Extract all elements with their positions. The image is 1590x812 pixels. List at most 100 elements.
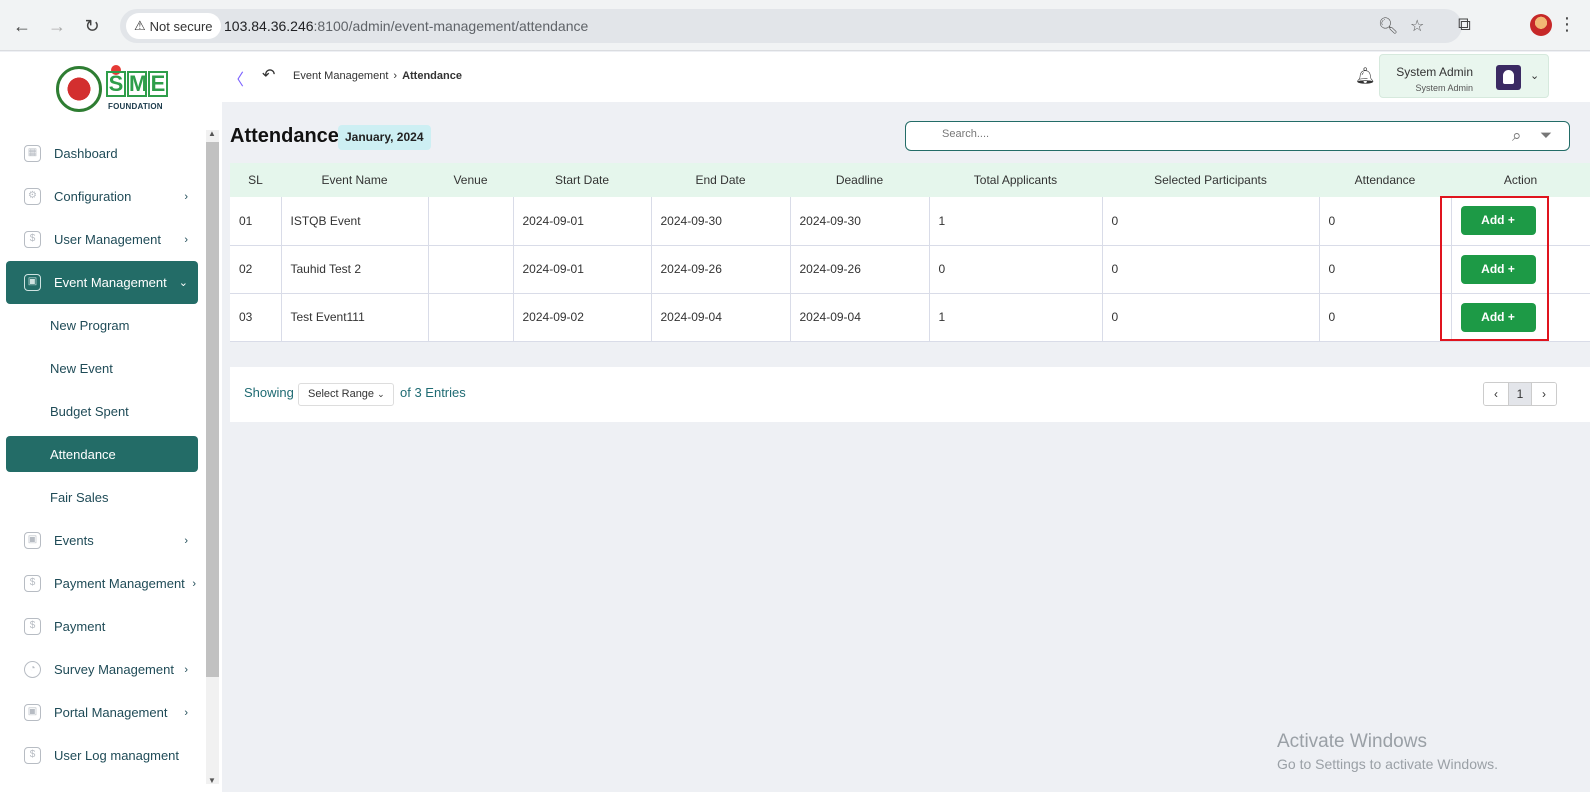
breadcrumb: Event Management › Attendance <box>293 70 462 82</box>
sidebar-item-portal-management[interactable]: ▣ Portal Management › <box>6 691 198 734</box>
table-row: 02 Tauhid Test 2 2024-09-01 2024-09-26 2… <box>230 245 1590 293</box>
sidebar-item-label: Configuration <box>54 189 132 204</box>
sidebar-item-events[interactable]: ▣ Events › <box>6 519 198 562</box>
watermark-subtitle: Go to Settings to activate Windows. <box>1277 756 1498 772</box>
warning-icon: ⚠ <box>134 18 146 33</box>
sidebar-subitem-label: New Program <box>50 318 130 333</box>
sidebar-subitem-new-event[interactable]: New Event <box>6 347 198 390</box>
chevron-right-icon: › <box>393 70 398 82</box>
chevron-right-icon: › <box>192 577 196 590</box>
scroll-down-icon[interactable]: ▼ <box>208 776 216 785</box>
column-header-end-date: End Date <box>695 173 746 187</box>
sidebar-item-user-log-management[interactable]: $ User Log managment <box>6 734 198 777</box>
address-bar[interactable]: ⚠ Not secure 103.84.36.246:8100/admin/ev… <box>120 9 1462 43</box>
windows-activation-watermark: Activate Windows Go to Settings to activ… <box>1277 731 1498 772</box>
table-row: 03 Test Event111 2024-09-02 2024-09-04 2… <box>230 293 1590 341</box>
sme-foundation-logo[interactable]: S M E FOUNDATION <box>56 65 174 113</box>
sidebar-item-configuration[interactable]: ⚙ Configuration › <box>6 175 198 218</box>
security-chip[interactable]: ⚠ Not secure <box>126 13 221 39</box>
user-menu[interactable]: System Admin System Admin ⌄ <box>1379 54 1549 98</box>
column-header-start-date: Start Date <box>554 173 610 187</box>
add-attendance-button[interactable]: Add + <box>1460 302 1536 332</box>
sidebar-subitem-label: Budget Spent <box>50 404 129 419</box>
cell-end-date: 2024-09-04 <box>651 293 791 341</box>
reload-icon[interactable]: ↻ <box>80 14 104 38</box>
cell-venue <box>428 245 514 293</box>
cell-deadline: 2024-09-04 <box>790 293 930 341</box>
column-header-deadline: Deadline <box>835 173 884 187</box>
sidebar-item-dashboard[interactable]: ▦ Dashboard <box>6 132 198 175</box>
sidebar-item-label: Events <box>54 533 94 548</box>
sidebar-item-payment-management[interactable]: $ Payment Management › <box>6 562 198 605</box>
next-page-icon[interactable]: › <box>1532 383 1556 405</box>
extensions-icon[interactable]: ⧉ <box>1458 14 1471 35</box>
attendance-table: SL Event Name Venue Start Date End Date … <box>230 163 1590 342</box>
chevron-right-icon: › <box>184 233 188 246</box>
chevron-right-icon: › <box>184 663 188 676</box>
search-input[interactable] <box>942 128 1502 140</box>
sidebar-item-user-management[interactable]: $ User Management › <box>6 218 198 261</box>
money-icon: $ <box>24 618 41 635</box>
profile-avatar[interactable] <box>1530 14 1552 36</box>
cell-attendance: 0 <box>1319 245 1452 293</box>
watermark-title: Activate Windows <box>1277 731 1427 752</box>
chevron-down-icon: ⌄ <box>1530 70 1540 82</box>
breadcrumb-current: Attendance <box>402 70 462 82</box>
bell-icon[interactable]: 🔔︎ <box>1355 66 1375 86</box>
scrollbar-thumb[interactable] <box>206 142 219 677</box>
sidebar-item-survey-management[interactable]: ◔ Survey Management › <box>6 648 198 691</box>
browser-toolbar: ← → ↻ ⚠ Not secure 103.84.36.246:8100/ad… <box>0 0 1590 51</box>
cell-venue <box>428 293 514 341</box>
forward-arrow-icon[interactable]: → <box>45 14 69 38</box>
sidebar-item-label: Dashboard <box>54 146 118 161</box>
logo-letters: S M E <box>106 71 169 97</box>
cell-sl: 02 <box>230 245 282 293</box>
undo-back-icon[interactable]: ↶ <box>262 65 275 85</box>
cell-start-date: 2024-09-01 <box>513 245 652 293</box>
sidebar-item-payment[interactable]: $ Payment <box>6 605 198 648</box>
sidebar-subitem-budget-spent[interactable]: Budget Spent <box>6 390 198 433</box>
sidebar-subitem-new-program[interactable]: New Program <box>6 304 198 347</box>
sidebar-menu: ▦ Dashboard ⚙ Configuration › $ User Man… <box>6 132 198 777</box>
sidebar-item-label: User Log managment <box>54 748 180 763</box>
cell-sl: 03 <box>230 293 282 341</box>
add-attendance-button[interactable]: Add + <box>1460 206 1536 236</box>
cell-event-name: ISTQB Event <box>281 197 429 245</box>
range-select[interactable]: Select Range ⌄ <box>298 383 394 406</box>
collapse-sidebar-icon[interactable]: 〈 <box>228 66 244 90</box>
search-icon[interactable]: ⌕ <box>1512 126 1522 146</box>
logo-letter-m: M <box>127 71 148 97</box>
breadcrumb-parent[interactable]: Event Management <box>293 70 388 82</box>
url-text[interactable]: 103.84.36.246:8100/admin/event-managemen… <box>224 18 588 34</box>
cell-deadline: 2024-09-26 <box>790 245 930 293</box>
cell-event-name: Tauhid Test 2 <box>281 245 429 293</box>
grid-icon: ▦ <box>24 145 41 162</box>
sidebar-subitem-fair-sales[interactable]: Fair Sales <box>6 476 198 519</box>
add-attendance-button[interactable]: Add + <box>1460 254 1536 284</box>
logo-letter-s: S <box>106 71 126 97</box>
scroll-up-icon[interactable]: ▲ <box>208 129 216 138</box>
cell-selected-participants: 0 <box>1102 293 1320 341</box>
filter-icon[interactable]: ⏷ <box>1540 127 1552 144</box>
back-arrow-icon[interactable]: ← <box>10 14 34 38</box>
zoom-icon[interactable]: 🔍︎ <box>1378 16 1398 36</box>
sidebar-item-label: Survey Management <box>54 662 174 677</box>
page-number[interactable]: 1 <box>1508 383 1532 405</box>
kebab-menu-icon[interactable]: ⋮ <box>1558 14 1576 35</box>
sidebar-item-event-management[interactable]: ▣ Event Management ⌄ <box>6 261 198 304</box>
lock-icon: ▣ <box>24 532 41 549</box>
pager: ‹ 1 › <box>1483 382 1557 406</box>
sidebar-scrollbar[interactable]: ▲ ▼ <box>206 129 219 785</box>
star-icon[interactable]: ☆ <box>1410 16 1424 36</box>
sidebar-subitem-attendance[interactable]: Attendance <box>6 436 198 472</box>
money-icon: $ <box>24 575 41 592</box>
cell-venue <box>428 197 514 245</box>
showing-label: Showing <box>244 385 294 400</box>
prev-page-icon[interactable]: ‹ <box>1484 383 1508 405</box>
cell-total-applicants: 1 <box>929 293 1103 341</box>
pie-chart-icon: ◔ <box>24 661 41 678</box>
security-label: Not secure <box>149 18 213 34</box>
sidebar-subitem-label: Fair Sales <box>50 490 109 505</box>
pagination-bar: Showing Select Range ⌄ of 3 Entries ‹ 1 … <box>230 367 1590 422</box>
government-emblem-icon <box>56 66 102 112</box>
